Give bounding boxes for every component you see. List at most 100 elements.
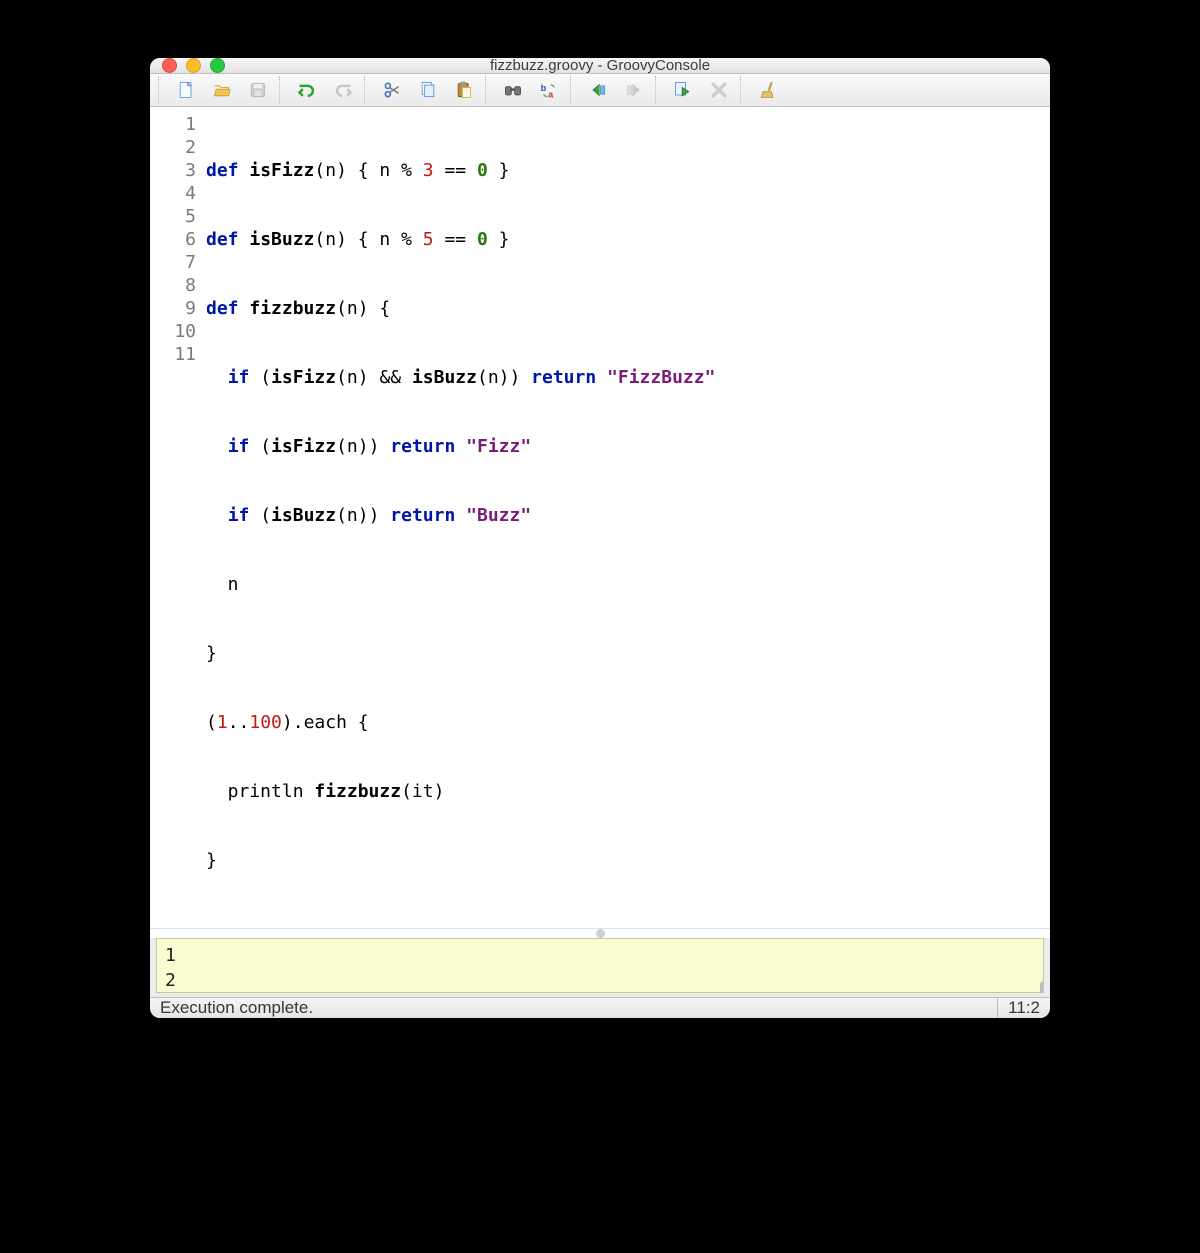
code-text: == [434, 160, 477, 181]
find-replace-button[interactable]: ba [532, 74, 566, 106]
undo-icon [297, 80, 317, 100]
arrow-left-run-icon [588, 80, 608, 100]
line-number: 4 [164, 182, 196, 205]
toolbar-separator [655, 76, 662, 104]
function-call: isFizz [271, 367, 336, 388]
history-next-button[interactable] [617, 74, 651, 106]
open-file-button[interactable] [205, 74, 239, 106]
run-icon [673, 80, 693, 100]
run-script-button[interactable] [666, 74, 700, 106]
toolbar-separator [485, 76, 492, 104]
code-text [596, 367, 607, 388]
line-number: 11 [164, 343, 196, 366]
divider-grip-icon [596, 929, 605, 938]
split-divider[interactable] [150, 928, 1050, 938]
minimize-window-button[interactable] [186, 58, 201, 73]
toolbar-separator [740, 76, 747, 104]
code-text: (n) { [336, 298, 390, 319]
paste-icon [454, 80, 474, 100]
line-number: 6 [164, 228, 196, 251]
binoculars-icon [503, 80, 523, 100]
copy-button[interactable] [411, 74, 445, 106]
function-name: fizzbuzz [249, 298, 336, 319]
code-content[interactable]: def isFizz(n) { n % 3 == 0 } def isBuzz(… [206, 113, 715, 918]
function-call: isBuzz [271, 505, 336, 526]
function-name: isFizz [249, 160, 314, 181]
save-icon [248, 80, 268, 100]
paste-button[interactable] [447, 74, 481, 106]
undo-button[interactable] [290, 74, 324, 106]
window-title: fizzbuzz.groovy - GroovyConsole [150, 58, 1050, 74]
status-message: Execution complete. [160, 998, 313, 1018]
string-literal: "Fizz" [466, 436, 531, 457]
code-text: .. [228, 712, 250, 733]
code-text: ).each { [282, 712, 369, 733]
code-text: (n) { n % [314, 229, 422, 250]
function-call: isFizz [271, 436, 336, 457]
new-file-button[interactable] [169, 74, 203, 106]
code-text: (n)) [336, 505, 390, 526]
string-literal: "FizzBuzz" [607, 367, 715, 388]
number-literal: 3 [423, 160, 434, 181]
stop-script-button[interactable] [702, 74, 736, 106]
save-file-button[interactable] [241, 74, 275, 106]
zoom-window-button[interactable] [210, 58, 225, 73]
code-text: } [206, 850, 217, 871]
code-text: (n) { n % [314, 160, 422, 181]
keyword: def [206, 160, 239, 181]
cut-button[interactable] [375, 74, 409, 106]
close-window-button[interactable] [162, 58, 177, 73]
number-literal: 100 [249, 712, 282, 733]
code-text: ( [249, 436, 271, 457]
svg-text:a: a [548, 90, 554, 100]
scrollbar-thumb[interactable] [1040, 981, 1044, 993]
code-text: ( [249, 367, 271, 388]
arrow-right-run-icon [624, 80, 644, 100]
string-literal: "Buzz" [466, 505, 531, 526]
titlebar: fizzbuzz.groovy - GroovyConsole [150, 58, 1050, 74]
code-text: ( [249, 505, 271, 526]
code-editor[interactable]: 1234567891011 def isFizz(n) { n % 3 == 0… [150, 107, 1050, 928]
code-text: == [434, 229, 477, 250]
keyword: if [228, 505, 250, 526]
keyword: return [531, 367, 596, 388]
keyword: def [206, 298, 239, 319]
output-pane[interactable]: 12Fizz4BuzzFizz78FizzBuzz11Fizz1314FizzB… [156, 938, 1044, 993]
keyword: return [390, 505, 455, 526]
line-number: 10 [164, 320, 196, 343]
number-literal: 5 [423, 229, 434, 250]
output-line: 1 [165, 943, 1035, 968]
find-button[interactable] [496, 74, 530, 106]
status-bar: Execution complete. 11:2 [150, 997, 1050, 1018]
function-name: isBuzz [249, 229, 314, 250]
line-number: 2 [164, 136, 196, 159]
toolbar: ba [150, 74, 1050, 107]
keyword: if [228, 436, 250, 457]
toolbar-separator [364, 76, 371, 104]
redo-icon [333, 80, 353, 100]
code-text: } [206, 643, 217, 664]
code-text: (n) && [336, 367, 412, 388]
line-number: 1 [164, 113, 196, 136]
stop-icon [709, 80, 729, 100]
app-window: fizzbuzz.groovy - GroovyConsole [150, 58, 1050, 1018]
file-icon [176, 80, 196, 100]
line-number: 5 [164, 205, 196, 228]
code-text: } [488, 229, 510, 250]
code-text: n [206, 574, 239, 595]
redo-button[interactable] [326, 74, 360, 106]
number-literal: 1 [217, 712, 228, 733]
toolbar-separator [570, 76, 577, 104]
cursor-position: 11:2 [997, 998, 1040, 1018]
function-call: fizzbuzz [314, 781, 401, 802]
history-prev-button[interactable] [581, 74, 615, 106]
clear-output-button[interactable] [751, 74, 785, 106]
scissors-icon [382, 80, 402, 100]
line-number: 7 [164, 251, 196, 274]
output-line: 2 [165, 968, 1035, 993]
line-number: 8 [164, 274, 196, 297]
broom-icon [758, 80, 778, 100]
svg-text:b: b [541, 83, 547, 93]
line-number: 9 [164, 297, 196, 320]
code-text: (n)) [336, 436, 390, 457]
